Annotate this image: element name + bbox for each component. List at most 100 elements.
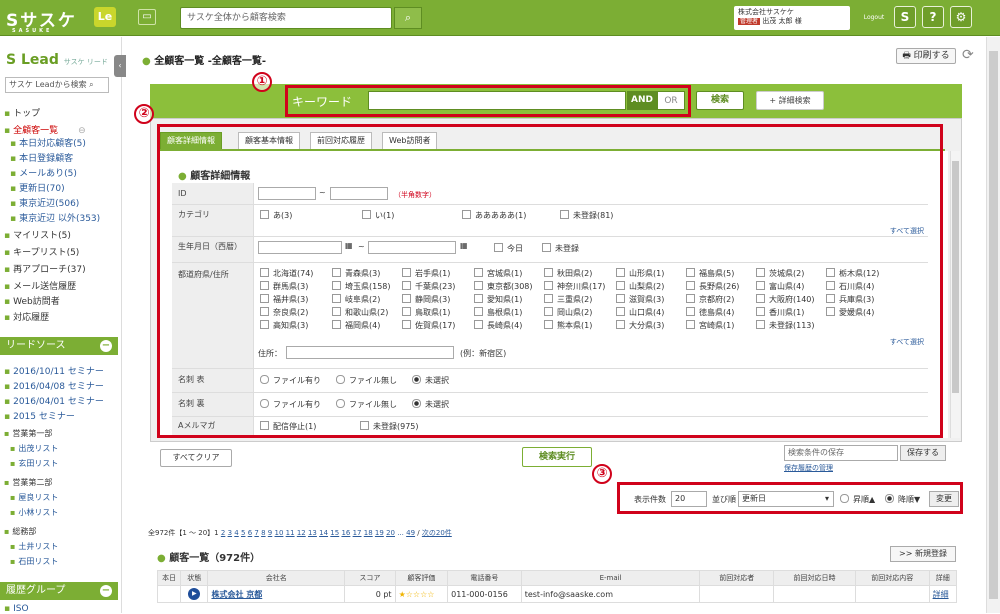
sidebar-item[interactable]: ▪ 再アプローチ(37) <box>4 262 86 275</box>
table-row[interactable]: ▶ 株式会社 京都 0 pt ★☆☆☆☆ 011-000-0156 test-info@s… <box>156 585 958 603</box>
app-switcher-button[interactable]: Le <box>94 7 116 27</box>
column-header: 詳細 <box>928 570 958 586</box>
form-scrollbar[interactable] <box>950 151 960 438</box>
phone-cell: 011-000-0156 <box>447 585 522 603</box>
group-list-item[interactable]: ▪ 石田リスト <box>10 556 58 567</box>
sidebar-item[interactable]: ▪ 東京近辺 以外(353) <box>10 211 100 224</box>
pagination: 全972件【1 ～ 20】1 2 3 4 5 6 7 8 9 10 11 12 … <box>148 529 452 537</box>
settings-gear-icon[interactable]: ⚙ <box>950 6 972 28</box>
sidebar-item[interactable]: ▪ 更新日(70) <box>10 181 65 194</box>
advanced-search-button[interactable]: + 詳細検索 <box>756 91 824 110</box>
lead-logo[interactable]: S Lead サスケ リード <box>6 52 108 68</box>
save-history-link[interactable]: 保存履歴の管理 <box>784 463 833 473</box>
company-link[interactable]: 株式会社 京都 <box>207 585 346 603</box>
page-link[interactable]: 19 <box>375 529 384 537</box>
page-link[interactable]: 9 <box>268 529 272 537</box>
page-link[interactable]: 11 <box>286 529 295 537</box>
group-list-item[interactable]: ▪ 玄田リスト <box>10 458 58 469</box>
status-play-icon[interactable]: ▶ <box>180 585 209 603</box>
page-link[interactable]: 13 <box>308 529 317 537</box>
refresh-icon[interactable]: ⟳ <box>962 47 974 63</box>
save-condition-input[interactable]: 検索条件の保存 <box>784 445 898 461</box>
sidebar-item[interactable]: ▪ 東京近辺(506) <box>10 196 79 209</box>
page-link[interactable]: 7 <box>254 529 258 537</box>
page-link[interactable]: 4 <box>234 529 238 537</box>
page-link[interactable]: 18 <box>364 529 373 537</box>
last-handler-cell <box>699 585 774 603</box>
column-header: 電話番号 <box>447 570 522 586</box>
group-list-item[interactable]: ▪ 出茂リスト <box>10 443 58 454</box>
page-link[interactable]: 17 <box>353 529 362 537</box>
page-link[interactable]: 12 <box>297 529 306 537</box>
list-title: ● 顧客一覧（972件） <box>157 553 261 564</box>
role-badge: 管理者 <box>738 18 761 25</box>
sidebar-item[interactable]: ▪ 本日対応顧客(5) <box>10 136 86 149</box>
company-name: 株式会社サスケケ <box>738 8 794 16</box>
column-header: 本日 <box>156 570 182 586</box>
new-register-button[interactable]: >> 新規登録 <box>890 546 956 562</box>
page-link[interactable]: 2 <box>221 529 225 537</box>
column-header: スコア <box>344 570 396 586</box>
clear-all-button[interactable]: すべてクリア <box>160 449 232 467</box>
detail-link[interactable]: 詳細 <box>928 585 958 603</box>
callout-number: ① <box>252 72 272 92</box>
sidebar-item[interactable]: ▪ Web訪問者 <box>4 294 60 307</box>
lead-source-item[interactable]: ▪ 2016/10/11 セミナー <box>4 364 104 377</box>
collapse-sidebar-button[interactable]: ‹ <box>114 55 126 77</box>
save-condition-button[interactable]: 保存する <box>900 445 946 461</box>
column-header: 顧客評価 <box>394 570 449 586</box>
sidebar-item[interactable]: ▪ メール送信履歴 <box>4 279 76 292</box>
sidebar-item[interactable]: ▪ マイリスト(5) <box>4 228 71 241</box>
page-link[interactable]: 20 <box>386 529 395 537</box>
global-search-button[interactable]: ⌕ <box>394 7 422 29</box>
group-item[interactable]: ▪ 総務部 <box>4 526 36 537</box>
help-icon[interactable]: ? <box>922 6 944 28</box>
play-icon[interactable]: ▶ <box>188 588 201 600</box>
collapse-icon[interactable]: − <box>100 585 112 597</box>
page-title: ● 全顧客一覧 -全顧客一覧- <box>142 56 267 67</box>
lead-source-item[interactable]: ▪ 2016/04/01 セミナー <box>4 394 104 407</box>
callout-box-keyword <box>285 85 691 117</box>
collapse-icon[interactable]: ⊖ <box>78 126 86 136</box>
page-link[interactable]: 8 <box>261 529 265 537</box>
lead-source-header[interactable]: リードソース − <box>0 337 118 355</box>
execute-search-button[interactable]: 検索実行 <box>522 447 592 467</box>
print-button[interactable]: 🖶 印刷する <box>896 48 956 64</box>
page-link[interactable]: 15 <box>330 529 339 537</box>
group-list-item[interactable]: ▪ 土井リスト <box>10 541 58 552</box>
group-list-item[interactable]: ▪ 屋良リスト <box>10 492 58 503</box>
sidebar-item[interactable]: ▪ 全顧客一覧 ⊖ <box>4 123 86 136</box>
sidebar-item[interactable]: ▪ メールあり(5) <box>10 166 77 179</box>
collapse-icon[interactable]: − <box>100 340 112 352</box>
history-group-header[interactable]: 履歴グループ − <box>0 582 118 600</box>
chat-icon[interactable]: ▭ <box>138 9 156 25</box>
page-scrollbar[interactable] <box>986 37 1000 613</box>
global-search-input[interactable]: サスケ全体から顧客検索 <box>180 7 392 29</box>
sidebar-search-input[interactable]: サスケ Leadから検索 ⌕ <box>5 77 109 93</box>
page-link[interactable]: 5 <box>241 529 245 537</box>
search-icon: ⌕ <box>404 11 412 24</box>
next-page-link[interactable]: 次の20件 <box>422 529 452 537</box>
lead-source-item[interactable]: ▪ 2015 セミナー <box>4 409 75 422</box>
sidebar-item[interactable]: ▪ 本日登録顧客 <box>10 151 73 164</box>
sidebar-item[interactable]: ▪ トップ <box>4 106 40 119</box>
lead-source-item[interactable]: ▪ 2016/04/08 セミナー <box>4 379 104 392</box>
page-link[interactable]: 3 <box>228 529 232 537</box>
page-link[interactable]: 16 <box>341 529 350 537</box>
logout-button[interactable]: Logout <box>863 6 885 30</box>
callout-number: ③ <box>592 464 612 484</box>
last-content-cell <box>855 585 930 603</box>
page-link[interactable]: 10 <box>275 529 284 537</box>
keyword-search-button[interactable]: 検索 <box>696 91 744 110</box>
page-link[interactable]: 14 <box>319 529 328 537</box>
group-item[interactable]: ▪ 営業第一部 <box>4 428 52 439</box>
sidebar-item[interactable]: ▪ キープリスト(5) <box>4 245 79 258</box>
page-link[interactable]: 49 <box>406 529 415 537</box>
page-link[interactable]: 6 <box>248 529 252 537</box>
app-logo[interactable]: Sサスケ SASUKE <box>6 6 77 34</box>
group-item[interactable]: ▪ 営業第二部 <box>4 477 52 488</box>
sasuke-home-icon[interactable]: S <box>894 6 916 28</box>
sidebar-item[interactable]: ▪ 対応履歴 <box>4 310 49 323</box>
group-list-item[interactable]: ▪ 小林リスト <box>10 507 58 518</box>
last-date-cell <box>773 585 856 603</box>
